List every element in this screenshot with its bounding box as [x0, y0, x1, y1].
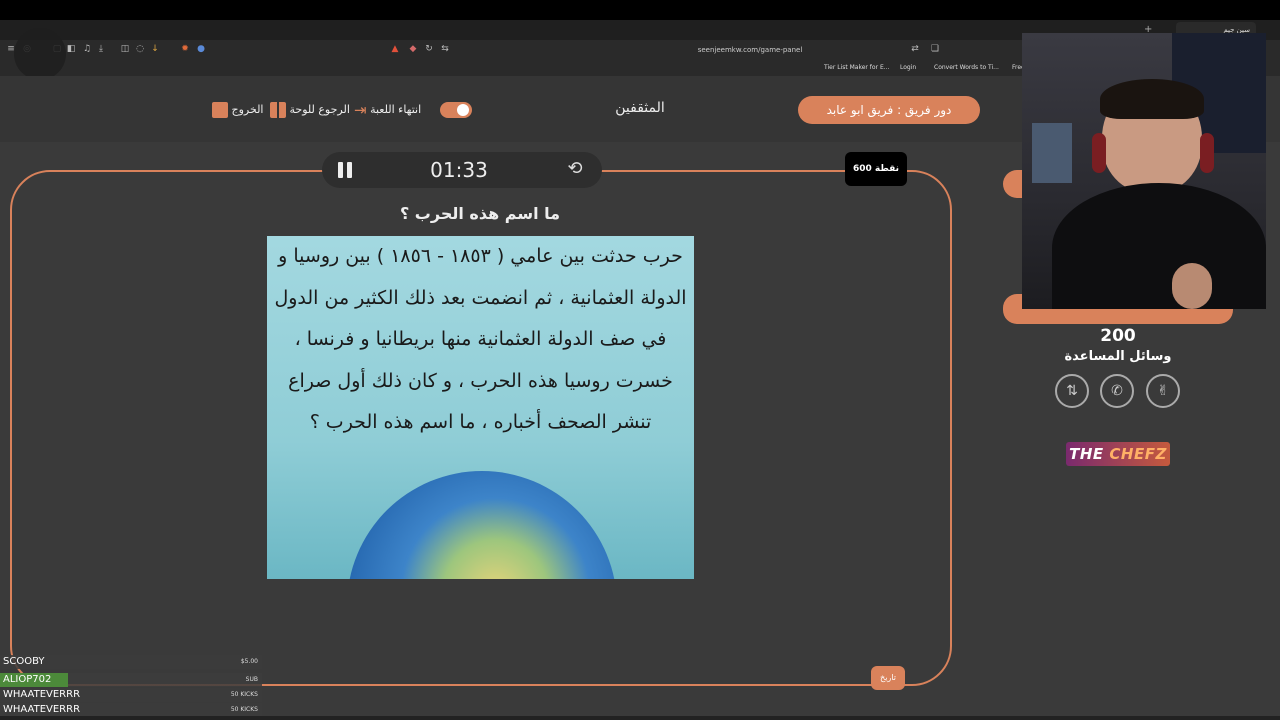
chat-user: ALIOP702	[3, 674, 52, 685]
swap-icon[interactable]: ⇅	[1055, 374, 1089, 408]
arrow-down-icon[interactable]: ↓	[150, 44, 160, 54]
end-game-button[interactable]: ⇥ انتهاء اللعبة	[354, 102, 421, 118]
bookmark-item[interactable]: Tier List Maker for E...	[824, 63, 889, 73]
chat-user: WHAATEVERRR	[3, 689, 81, 700]
cursor-highlight	[14, 28, 66, 80]
chat-icon[interactable]: ◌	[135, 44, 145, 54]
window-titlebar	[0, 0, 1280, 20]
music-icon[interactable]: ♫	[82, 44, 92, 54]
bookmark-item[interactable]: Convert Words to Ti...	[934, 63, 999, 73]
shield-icon[interactable]: ◆	[408, 44, 418, 54]
bottom-strip	[0, 716, 1280, 720]
toggle-knob	[457, 104, 469, 116]
exit-icon	[212, 102, 228, 118]
question-text: حرب حدثت بين عامي ( ١٨٥٣ - ١٨٥٦ ) بين رو…	[274, 245, 687, 433]
arrow-right-icon: ⇥	[354, 101, 367, 119]
globe-icon[interactable]: ●	[196, 44, 206, 54]
pause-icon[interactable]	[336, 160, 354, 180]
headphones	[1200, 133, 1214, 173]
chat-row: WHAATEVERRR 50 KICKS	[0, 703, 262, 717]
webcam-overlay	[1022, 33, 1266, 309]
logo-the: THE	[1069, 445, 1104, 463]
person-shirt	[1052, 183, 1266, 309]
poster	[1032, 123, 1072, 183]
reload-icon[interactable]: ↻	[424, 44, 434, 54]
exit-button[interactable]: الخروج	[212, 102, 264, 118]
fire-icon[interactable]: ✹	[180, 44, 190, 54]
chat-user: SCOOBY	[3, 656, 45, 667]
turn-indicator: دور فريق : فريق ابو عابد	[798, 96, 980, 124]
bookmark-item[interactable]: Login	[900, 63, 916, 73]
team-name: المثقفين	[615, 100, 665, 116]
phone-icon[interactable]: ✆	[1100, 374, 1134, 408]
back-to-board-button[interactable]: الرجوع للوحة	[270, 102, 350, 118]
timer-display: 01:33	[430, 158, 488, 182]
headphones	[1092, 133, 1106, 173]
url-bar[interactable]: seenjeemkw.com/game-panel	[560, 43, 940, 57]
chat-amount: 50 KICKS	[230, 691, 258, 698]
category-button[interactable]: تاريخ	[871, 666, 905, 690]
exit-label: الخروج	[231, 103, 264, 116]
chat-row: SCOOBY $5.00	[0, 655, 262, 669]
chat-row: ALIOP702 SUB	[0, 673, 262, 687]
chat-amount: SUB	[245, 676, 258, 683]
team-score: 200	[1100, 326, 1136, 346]
globe-illustration	[347, 471, 617, 579]
board-icon	[270, 102, 286, 118]
share-icon[interactable]: ⇆	[440, 44, 450, 54]
question-title: ما اسم هذه الحرب ؟	[399, 204, 561, 223]
download-icon[interactable]: ⤓	[96, 44, 106, 54]
two-fingers-icon[interactable]: ✌	[1146, 374, 1180, 408]
person-hand	[1172, 263, 1212, 309]
points-badge: 600 نقطة	[845, 152, 907, 186]
logo-chefz: CHEFZ	[1109, 445, 1167, 463]
reset-timer-icon[interactable]: ⟲	[564, 158, 586, 180]
chat-amount: 50 KICKS	[230, 706, 258, 713]
back-label: الرجوع للوحة	[289, 103, 350, 116]
screenshot-icon[interactable]: ◫	[120, 44, 130, 54]
question-image: حرب حدثت بين عامي ( ١٨٥٣ - ١٨٥٦ ) بين رو…	[267, 236, 694, 579]
bookmark-icon[interactable]: ❏	[930, 44, 940, 54]
warning-icon[interactable]: ▲	[390, 44, 400, 54]
sidebar-icon[interactable]: ◧	[66, 44, 76, 54]
person-hair	[1100, 79, 1204, 119]
chat-amount: $5.00	[240, 658, 258, 665]
chat-user: WHAATEVERRR	[3, 704, 81, 715]
translate-icon[interactable]: ⇄	[910, 44, 920, 54]
end-game-label: انتهاء اللعبة	[370, 103, 422, 116]
sponsor-logo: THE CHEFZ	[1066, 442, 1170, 466]
chat-row: WHAATEVERRR 50 KICKS	[0, 688, 262, 702]
aids-label: وسائل المساعدة	[1064, 349, 1172, 364]
